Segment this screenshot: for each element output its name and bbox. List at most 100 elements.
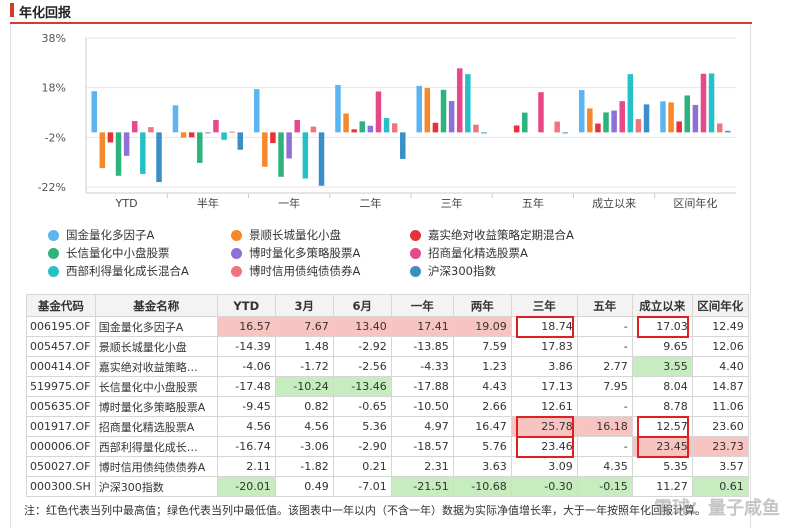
column-header[interactable]: 3月 [274, 294, 334, 317]
value-cell: -10.50 [390, 396, 454, 417]
fund-name-cell: 景顺长城量化小盘 [94, 336, 218, 357]
table-row: 001917.OF 招商量化精选股票A 4.56 4.56 5.36 4.97 16.47 2… [26, 416, 749, 437]
bar [188, 132, 195, 138]
value-cell: -2.92 [332, 336, 392, 357]
table-header-row: 基金代码 基金名称 YTD 3月 6月 一年 两年 三年 五年 成立以来 区间年化 [26, 294, 749, 317]
bar [237, 132, 244, 150]
column-header[interactable]: 区间年化 [691, 294, 749, 317]
x-tick-label: 一年 [278, 196, 300, 210]
value-cell: - [576, 316, 633, 337]
value-cell: -1.72 [274, 356, 334, 377]
column-header[interactable]: 两年 [452, 294, 512, 317]
value-cell: -2.56 [332, 356, 392, 377]
value-cell: 12.57 [631, 416, 693, 437]
table-row: 050027.OF 博时信用债纯债债券A 2.11 -1.82 0.21 2.31 3.63… [26, 456, 749, 477]
value-cell: 0.49 [274, 476, 334, 497]
bar [684, 95, 691, 133]
column-header[interactable]: 一年 [390, 294, 454, 317]
value-cell: - [576, 336, 633, 357]
bar [481, 132, 487, 134]
bar [465, 74, 471, 133]
value-cell: 4.35 [576, 456, 633, 477]
column-header[interactable]: 三年 [510, 294, 578, 317]
legend-dot-icon [231, 230, 242, 241]
value-cell: -2.90 [332, 436, 392, 457]
bar [725, 130, 731, 133]
value-cell: -17.88 [390, 376, 454, 397]
chart-legend: 国金量化多因子A 景顺长城量化小盘 嘉实绝对收益策略定期混合A 长信量化中小盘股票 博时… [48, 227, 608, 287]
x-tick-label: 成立以来 [592, 196, 636, 210]
value-cell: -0.15 [576, 476, 633, 497]
value-cell: 23.60 [691, 416, 749, 437]
bar [660, 101, 666, 133]
bar [318, 132, 325, 186]
table-row: 006195.OF 国金量化多因子A 16.57 7.67 13.40 17.41 19.0… [26, 316, 749, 337]
bar [253, 89, 260, 133]
bar [627, 74, 634, 133]
value-cell: 23.73 [691, 436, 749, 457]
value-cell: 2.11 [216, 456, 276, 477]
bar [375, 91, 382, 133]
value-cell: 5.76 [452, 436, 512, 457]
value-cell: 4.56 [216, 416, 276, 437]
bar [716, 123, 723, 133]
column-header[interactable]: 6月 [332, 294, 392, 317]
fund-code-cell: 000006.OF [26, 436, 96, 457]
bar [522, 112, 528, 133]
bar [229, 131, 235, 133]
column-header[interactable]: YTD [216, 294, 276, 317]
bar [424, 88, 431, 133]
performance-table: 基金代码 基金名称 YTD 3月 6月 一年 两年 三年 五年 成立以来 区间年化 006195.O… [26, 294, 749, 497]
legend-dot-icon [48, 248, 59, 259]
bar [310, 126, 317, 133]
y-tick-label: -22% [38, 181, 66, 194]
value-cell: 23.45 [631, 436, 693, 457]
value-cell: 8.04 [631, 376, 693, 397]
fund-code-cell: 519975.OF [26, 376, 96, 397]
bar [432, 122, 439, 133]
value-cell: 0.21 [332, 456, 392, 477]
bar [172, 105, 179, 133]
bar [221, 132, 227, 140]
legend-dot-icon [231, 248, 242, 259]
fund-code-cell: 000414.OF [26, 356, 96, 377]
column-header[interactable]: 基金名称 [94, 294, 218, 317]
value-cell: 12.06 [691, 336, 749, 357]
value-cell: 2.66 [452, 396, 512, 417]
y-tick-label: 18% [42, 82, 66, 95]
value-cell: 11.06 [691, 396, 749, 417]
value-cell: -16.74 [216, 436, 276, 457]
fund-name-cell: 国金量化多因子A [94, 316, 218, 337]
column-header[interactable]: 成立以来 [631, 294, 693, 317]
x-tick-label: 三年 [441, 196, 463, 210]
bar [123, 132, 130, 156]
value-cell: -21.51 [390, 476, 454, 497]
value-cell: -9.45 [216, 396, 276, 417]
watermark: 雪球：量子咸鱼 [654, 498, 780, 519]
bar [270, 132, 276, 144]
value-cell: -10.24 [274, 376, 334, 397]
bar [513, 125, 520, 133]
y-tick-label: -2% [45, 131, 66, 144]
value-cell: -18.57 [390, 436, 454, 457]
bar [205, 132, 211, 134]
bar [107, 132, 114, 143]
bar [440, 89, 447, 133]
footnote: 注：红色代表当列中最高值；绿色代表当列中最低值。该图表中一年以内（不含一年）数据… [24, 504, 706, 517]
legend-label: 长信量化中小盘股票 [66, 246, 170, 260]
column-header[interactable]: 五年 [576, 294, 633, 317]
value-cell: 16.57 [216, 316, 276, 337]
x-tick-label: YTD [115, 197, 138, 210]
fund-code-cell: 006195.OF [26, 316, 96, 337]
legend-label: 国金量化多因子A [66, 228, 155, 242]
bar [676, 121, 682, 133]
value-cell: 18.74 [510, 316, 578, 337]
column-header[interactable]: 基金代码 [26, 294, 96, 317]
value-cell: -1.82 [274, 456, 334, 477]
legend-label: 博时信用债纯债债券A [249, 264, 361, 278]
table-row: 000006.OF 西部利得量化成长… -16.74 -3.06 -2.90 -18.57… [26, 436, 749, 457]
bar [262, 132, 268, 167]
value-cell: 5.35 [631, 456, 693, 477]
value-cell: 4.56 [274, 416, 334, 437]
value-cell: 0.82 [274, 396, 334, 417]
